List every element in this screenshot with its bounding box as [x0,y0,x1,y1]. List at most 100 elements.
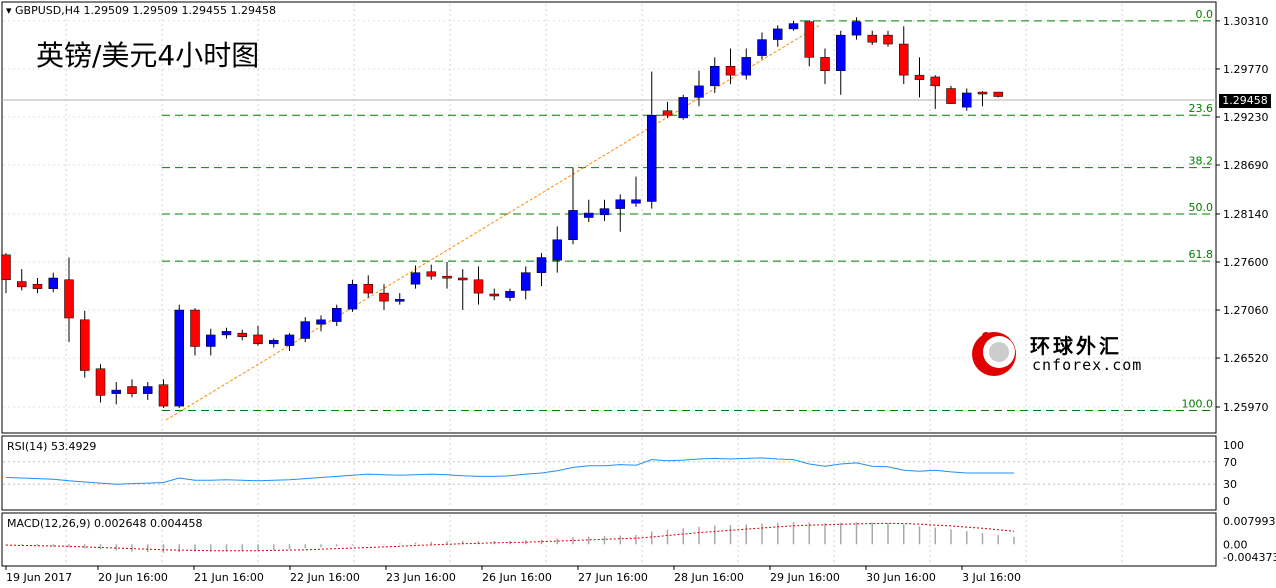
candle-body [899,43,909,76]
rsi-label: RSI(14) 53.4929 [7,440,97,453]
time-label: 21 Jun 16:00 [194,571,264,584]
candle-body [678,97,688,119]
watermark-cn: 环球外汇 [1030,334,1122,358]
candle-body [473,279,484,294]
price-label: 1.26520 [1223,352,1269,365]
candle-body [17,281,27,288]
time-axis: 19 Jun 2017 20 Jun 16:00 21 Jun 16:00 22 Ju… [5,566,1021,584]
candle-body [253,334,263,345]
candle-body [946,88,956,104]
rsi-panel-frame [1,435,1217,511]
time-label: 30 Jun 16:00 [866,571,936,584]
candle-body [174,309,184,407]
candle-body [930,76,940,87]
candle-body [48,277,58,289]
chart-canvas: 0.023.638.250.061.8100.0 1.303101.297701… [1,1,1276,584]
fib-label: 100.0 [1182,398,1214,411]
price-label: 1.27600 [1223,256,1269,269]
candle-body [741,57,751,76]
time-label: 29 Jun 16:00 [770,571,840,584]
candle-body [568,210,578,240]
fib-label: 50.0 [1189,201,1214,214]
time-label: 26 Jun 16:00 [482,571,552,584]
candle-body [914,74,925,80]
symbol-line: GBPUSD,H4 1.29509 1.29509 1.29455 1.2945… [15,4,276,17]
price-label: 1.29230 [1223,111,1269,124]
watermark-logo: 环球外汇 cnforex.com [968,328,1148,380]
candle-body [631,199,641,204]
macd-axis-label: 0.007993 [1223,515,1276,528]
price-label: 1.28140 [1223,208,1269,221]
rsi-axis-label: 30 [1223,478,1237,491]
candle-body [458,277,468,281]
candle-body [426,271,436,277]
candle-body [190,309,200,347]
candle-body [883,34,893,45]
candle-body [347,283,358,310]
candle-body [300,321,310,339]
time-label: 3 Jul 16:00 [962,571,1021,584]
macd-axis-label: -0.004373 [1223,551,1276,564]
price-label: 1.27060 [1223,304,1269,317]
candle-body [111,389,121,394]
candle-body [867,34,877,43]
candle-body [64,279,74,319]
candle-body [80,319,90,371]
candle-body [410,272,421,285]
time-label: 22 Jun 16:00 [290,571,360,584]
candle-body [694,85,704,98]
time-label: 19 Jun 2017 [6,571,72,584]
candle-body [804,21,814,58]
candle-body [363,283,373,294]
watermark-en: cnforex.com [1032,356,1143,374]
candle-body [757,39,767,56]
candle-body [221,331,232,336]
candle-body [158,384,169,407]
candle-body [584,212,594,218]
rsi-axis-label: 70 [1223,456,1237,469]
candle-body [773,28,783,40]
candle-body [552,239,562,261]
candle-body [395,299,405,302]
candle-body [615,199,625,209]
time-label: 27 Jun 16:00 [578,571,648,584]
candle-body [379,292,389,302]
candle-body [647,114,657,202]
candle-body [284,334,295,346]
time-label: 28 Jun 16:00 [674,571,744,584]
candle-body [332,307,342,322]
candle-body [237,332,247,337]
candle-body [820,57,830,71]
candle-body [788,23,799,30]
candle-body [1,254,11,281]
price-label: 1.29770 [1223,63,1269,76]
current-price-tag: 1.29458 [1219,94,1271,108]
candle-body [489,293,499,297]
candle-body [977,91,988,95]
dropdown-arrow-icon[interactable]: ▾ [6,4,12,17]
candle-body [32,283,43,289]
candle-body [710,66,720,87]
rsi-axis-label: 100 [1223,439,1244,452]
fib-label: 38.2 [1189,155,1214,168]
price-label: 1.25970 [1223,401,1269,414]
fib-label: 0.0 [1196,8,1214,21]
candle-body [662,110,673,116]
macd-label: MACD(12,26,9) 0.002648 0.004458 [7,517,203,530]
candle-body [316,319,326,325]
candle-body [521,272,531,291]
time-label: 20 Jun 16:00 [98,571,168,584]
candle-body [836,34,846,71]
candle-body [206,334,216,347]
rsi-indicator: 100 70 30 0 [3,439,1244,508]
candle-body [725,66,736,76]
fib-label: 23.6 [1189,102,1214,115]
candle-body [95,368,106,396]
candle-body [993,91,1003,97]
trend-line [165,24,821,421]
macd-axis-label: 0.00 [1223,538,1248,551]
fib-label: 61.8 [1189,248,1214,261]
candle-body [536,257,547,273]
candles [1,17,1003,408]
candle-body [269,340,279,345]
